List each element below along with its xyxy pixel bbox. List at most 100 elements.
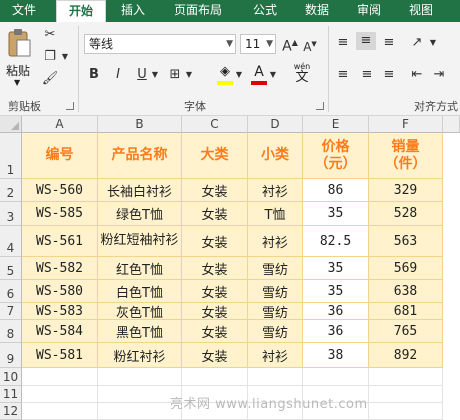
table-cell[interactable]: 长袖白衬衫 [98, 179, 182, 202]
table-cell[interactable]: 红色T恤 [98, 257, 182, 280]
font-name-combo[interactable]: 等线 ▼ [84, 34, 236, 54]
table-cell[interactable]: 329 [369, 179, 443, 202]
table-cell[interactable]: 35 [303, 280, 369, 303]
table-cell[interactable]: 粉红短袖衬衫 [98, 226, 182, 257]
copy-icon[interactable]: ❐ [40, 48, 60, 66]
table-cell[interactable]: 黑色T恤 [98, 320, 182, 343]
row-header-2[interactable]: 2 [0, 179, 22, 202]
tab-home[interactable]: 开始 [56, 0, 106, 23]
table-cell[interactable]: 女装 [182, 343, 248, 368]
column-header-f[interactable]: F [369, 116, 443, 133]
orientation-icon[interactable]: ↗ [408, 34, 426, 52]
table-cell[interactable]: 衬衫 [248, 343, 303, 368]
tab-page-layout[interactable]: 页面布局 [162, 0, 234, 22]
table-cell[interactable]: 女装 [182, 226, 248, 257]
header-cell[interactable]: 小类 [248, 133, 303, 179]
header-cell[interactable]: 产品名称 [98, 133, 182, 179]
table-cell[interactable]: 女装 [182, 303, 248, 320]
row-header-9[interactable]: 9 [0, 343, 22, 368]
column-header-d[interactable]: D [248, 116, 303, 133]
column-header-e[interactable]: E [303, 116, 369, 133]
chevron-down-icon[interactable]: ▼ [428, 34, 438, 52]
borders-icon[interactable]: ⊞ [166, 66, 184, 84]
empty-cell[interactable] [22, 368, 98, 386]
header-cell[interactable]: 价格 （元） [303, 133, 369, 179]
cut-icon[interactable]: ✂ [40, 26, 60, 44]
empty-cell[interactable] [98, 368, 182, 386]
row-header-4[interactable]: 4 [0, 226, 22, 257]
empty-cell[interactable] [303, 368, 369, 386]
table-cell[interactable]: 绿色T恤 [98, 202, 182, 226]
table-cell[interactable]: 681 [369, 303, 443, 320]
align-left-icon[interactable]: ≡ [334, 66, 352, 84]
tab-data[interactable]: 数据 [294, 0, 340, 22]
empty-cell[interactable] [22, 403, 98, 420]
header-cell[interactable]: 大类 [182, 133, 248, 179]
font-launcher-icon[interactable] [316, 102, 324, 110]
tab-formulas[interactable]: 公式 [242, 0, 288, 22]
table-cell[interactable]: 衬衫 [248, 179, 303, 202]
table-cell[interactable]: 765 [369, 320, 443, 343]
align-center-icon[interactable]: ≡ [358, 66, 376, 84]
table-cell[interactable]: 528 [369, 202, 443, 226]
row-header-6[interactable]: 6 [0, 280, 22, 303]
table-cell[interactable]: WS-583 [22, 303, 98, 320]
row-header-3[interactable]: 3 [0, 202, 22, 226]
align-middle-icon[interactable]: ≡ [356, 32, 376, 50]
row-header-5[interactable]: 5 [0, 257, 22, 280]
tab-review[interactable]: 审阅 [346, 0, 392, 22]
select-all-corner[interactable] [0, 116, 22, 133]
grow-font-icon[interactable]: A▲ [282, 34, 298, 56]
header-cell[interactable]: 编号 [22, 133, 98, 179]
table-cell[interactable]: 86 [303, 179, 369, 202]
table-cell[interactable]: WS-582 [22, 257, 98, 280]
empty-cell[interactable] [248, 368, 303, 386]
row-header-7[interactable]: 7 [0, 303, 22, 320]
table-cell[interactable]: 雪纺 [248, 303, 303, 320]
column-header-c[interactable]: C [182, 116, 248, 133]
table-cell[interactable]: 569 [369, 257, 443, 280]
clipboard-launcher-icon[interactable] [66, 102, 74, 110]
table-cell[interactable]: WS-580 [22, 280, 98, 303]
table-cell[interactable]: 雪纺 [248, 280, 303, 303]
underline-button[interactable]: U [134, 66, 150, 84]
table-cell[interactable]: 白色T恤 [98, 280, 182, 303]
decrease-indent-icon[interactable]: ⇤ [408, 66, 426, 84]
table-cell[interactable]: WS-585 [22, 202, 98, 226]
increase-indent-icon[interactable]: ⇥ [430, 66, 448, 84]
table-cell[interactable]: 女装 [182, 179, 248, 202]
table-cell[interactable]: 雪纺 [248, 257, 303, 280]
column-header-a[interactable]: A [22, 116, 98, 133]
table-cell[interactable]: 女装 [182, 280, 248, 303]
shrink-font-icon[interactable]: A▼ [302, 35, 318, 56]
table-cell[interactable]: 638 [369, 280, 443, 303]
table-cell[interactable]: 灰色T恤 [98, 303, 182, 320]
font-color-icon[interactable]: A [250, 64, 268, 86]
row-header-8[interactable]: 8 [0, 320, 22, 343]
table-cell[interactable]: WS-561 [22, 226, 98, 257]
table-cell[interactable]: 82.5 [303, 226, 369, 257]
tab-file[interactable]: 文件 [0, 0, 48, 22]
table-cell[interactable]: 38 [303, 343, 369, 368]
fill-color-icon[interactable]: ◈ [216, 64, 234, 86]
italic-button[interactable]: I [110, 66, 126, 84]
table-cell[interactable]: 36 [303, 320, 369, 343]
table-cell[interactable]: 女装 [182, 320, 248, 343]
phonetic-icon[interactable]: wén 文 [290, 62, 314, 86]
table-cell[interactable]: 衬衫 [248, 226, 303, 257]
table-cell[interactable]: 563 [369, 226, 443, 257]
row-header-11[interactable]: 11 [0, 386, 22, 403]
column-header-b[interactable]: B [98, 116, 182, 133]
tab-insert[interactable]: 插入 [110, 0, 156, 22]
format-painter-icon[interactable]: 🖌 [40, 70, 60, 88]
font-size-combo[interactable]: 11 ▼ [240, 34, 276, 54]
table-cell[interactable]: 35 [303, 202, 369, 226]
header-cell[interactable]: 销量 （件） [369, 133, 443, 179]
table-cell[interactable]: 892 [369, 343, 443, 368]
align-right-icon[interactable]: ≡ [380, 66, 398, 84]
align-top-icon[interactable]: ≡ [334, 34, 352, 52]
chevron-down-icon[interactable]: ▼ [268, 66, 278, 84]
empty-cell[interactable] [182, 368, 248, 386]
table-cell[interactable]: 女装 [182, 202, 248, 226]
table-cell[interactable]: WS-581 [22, 343, 98, 368]
